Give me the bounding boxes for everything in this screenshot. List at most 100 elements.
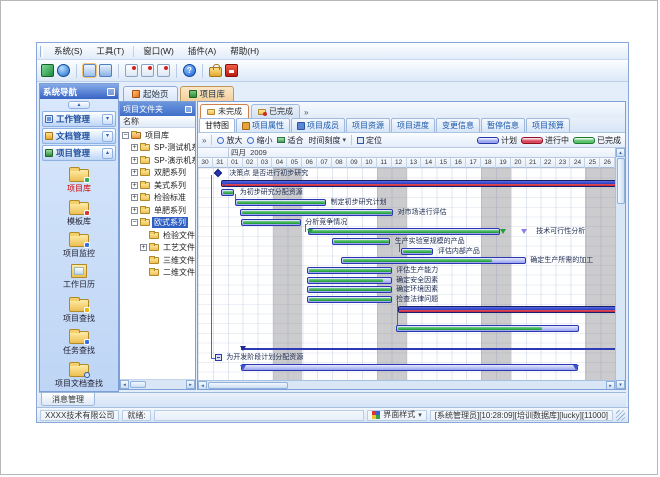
task-bar[interactable]	[307, 277, 392, 284]
overflow-chevron-icon[interactable]: »	[302, 108, 312, 118]
monitor-icon[interactable]	[41, 64, 54, 77]
task-bar[interactable]	[235, 199, 326, 206]
report-delete-icon[interactable]	[157, 64, 170, 77]
tree-node-美式系列[interactable]: +美式系列	[120, 179, 195, 192]
tree-node-检验标准[interactable]: +检验标准	[120, 192, 195, 205]
globe-icon[interactable]	[57, 64, 70, 77]
tree-node-单肥系列[interactable]: +单肥系列	[120, 204, 195, 217]
view-tab-暂停信息[interactable]: 暂停信息	[481, 118, 525, 132]
tree-hscrollbar[interactable]: ◂ ▸	[120, 379, 195, 389]
scroll-down-icon[interactable]: ▾	[616, 380, 625, 389]
interface-style-button[interactable]: 界面样式	[367, 410, 427, 421]
sidebar-collapse-button[interactable]: ▲	[40, 99, 118, 110]
message-tab[interactable]: 消息管理	[41, 393, 95, 406]
menu-grip-handle[interactable]	[40, 46, 43, 57]
tree-column-header[interactable]: 名称	[120, 116, 195, 128]
menu-item[interactable]: 系统(S)	[47, 44, 89, 59]
tab-起始页[interactable]: 起始页	[123, 86, 178, 101]
timescale-dropdown[interactable]: 时间刻度	[308, 135, 346, 146]
sidebar-section-工作管理[interactable]: 工作管理▾	[42, 111, 116, 127]
menu-item[interactable]: 帮助(H)	[223, 44, 266, 59]
zoom-in-button[interactable]: 放大	[217, 135, 242, 146]
view-tab-项目预算[interactable]: 项目预算	[526, 118, 570, 132]
milestone-icon[interactable]	[214, 169, 222, 177]
task-bar[interactable]	[308, 228, 501, 235]
panel-menu-icon[interactable]	[107, 88, 115, 96]
gantt-hscroll-thumb[interactable]	[208, 382, 288, 389]
expand-icon[interactable]: +	[131, 169, 138, 176]
expand-icon[interactable]: +	[131, 144, 138, 151]
sidebar-item-模板库[interactable]: 模板库	[40, 196, 118, 228]
scroll-right-icon[interactable]: ▸	[606, 381, 615, 390]
view-tab-项目成员[interactable]: 项目成员	[291, 118, 345, 132]
tree-node-欧式系列[interactable]: −欧式系列	[120, 217, 195, 230]
locate-button[interactable]: 定位	[357, 135, 382, 146]
task-bar[interactable]	[241, 219, 301, 226]
view-tab-项目资源[interactable]: 项目资源	[346, 118, 390, 132]
expand-icon[interactable]: +	[131, 194, 138, 201]
tree-node-双肥系列[interactable]: +双肥系列	[120, 167, 195, 180]
summary-bar[interactable]	[221, 180, 615, 187]
sidebar-item-项目监控[interactable]: 项目监控	[40, 229, 118, 261]
task-bar[interactable]	[307, 267, 392, 274]
gantt-chart[interactable]: 四月 2009 30310102030405060708091011121314…	[198, 148, 615, 380]
expand-icon[interactable]: +	[140, 244, 147, 251]
fit-button[interactable]: 适合	[277, 135, 303, 146]
expand-icon[interactable]: +	[131, 207, 138, 214]
report-new-icon[interactable]	[125, 64, 138, 77]
sidebar-item-项目库[interactable]: 项目库	[40, 164, 118, 196]
task-bar[interactable]	[307, 286, 392, 293]
folder-view-icon[interactable]	[99, 64, 112, 77]
overflow-chevron-icon[interactable]: »	[202, 136, 206, 145]
task-bar[interactable]	[396, 325, 579, 332]
filter-tab-未完成[interactable]: 未完成	[200, 104, 249, 118]
chevron-down-icon[interactable]: ▾	[102, 131, 113, 142]
resize-grip[interactable]	[616, 410, 625, 421]
tree-hscroll-thumb[interactable]	[130, 381, 146, 388]
expand-icon[interactable]: +	[131, 157, 138, 164]
task-bar[interactable]	[240, 209, 393, 216]
tree-node-二维文件[interactable]: 二维文件	[120, 267, 195, 280]
task-bar[interactable]	[332, 238, 390, 245]
tree-node-SP-演示机系[interactable]: +SP-演示机系	[120, 154, 195, 167]
scroll-left-icon[interactable]: ◂	[120, 380, 129, 389]
tab-项目库[interactable]: 项目库	[180, 86, 235, 101]
collapse-icon[interactable]: −	[122, 132, 129, 139]
sidebar-item-任务查找[interactable]: 任务查找	[40, 326, 118, 358]
sidebar-item-项目查找[interactable]: 项目查找	[40, 294, 118, 326]
folder-open-icon[interactable]	[83, 64, 96, 77]
chevron-down-icon[interactable]: ▾	[102, 114, 113, 125]
scroll-up-icon[interactable]: ▴	[616, 148, 625, 157]
stop-icon[interactable]	[225, 64, 238, 77]
scroll-left-icon[interactable]: ◂	[198, 381, 207, 390]
help-icon[interactable]	[183, 64, 196, 77]
view-tab-项目属性[interactable]: 项目属性	[236, 118, 290, 132]
chevron-up-icon[interactable]: ▴	[102, 148, 113, 159]
task-bar[interactable]	[241, 364, 578, 371]
view-tab-甘特图[interactable]: 甘特图	[199, 118, 235, 132]
sidebar-section-项目管理[interactable]: 项目管理▴	[42, 145, 116, 161]
task-bar[interactable]	[307, 296, 392, 303]
menu-item[interactable]: 工具(T)	[89, 44, 131, 59]
view-tab-变更信息[interactable]: 变更信息	[436, 118, 480, 132]
zoom-out-button[interactable]: 缩小	[247, 135, 272, 146]
task-bar[interactable]	[221, 189, 234, 196]
view-tab-项目进度[interactable]: 项目进度	[391, 118, 435, 132]
pin-icon[interactable]	[185, 106, 192, 113]
gantt-vscroll-thumb[interactable]	[617, 158, 625, 204]
expand-icon[interactable]: +	[131, 182, 138, 189]
summary-bar[interactable]	[398, 306, 615, 313]
gantt-vscrollbar[interactable]: ▴ ▾	[615, 148, 625, 389]
report-check-icon[interactable]	[141, 64, 154, 77]
menu-item[interactable]: 窗口(W)	[136, 44, 181, 59]
sidebar-item-工作日历[interactable]: 工作日历	[40, 261, 118, 293]
sidebar-item-项目文档查找[interactable]: 项目文档查找	[40, 359, 118, 391]
task-bar[interactable]	[341, 257, 526, 264]
tree-node-工艺文件[interactable]: +工艺文件	[120, 242, 195, 255]
scroll-right-icon[interactable]: ▸	[186, 380, 195, 389]
sidebar-section-文档管理[interactable]: 文档管理▾	[42, 128, 116, 144]
task-bar[interactable]	[401, 248, 434, 255]
inserted-task-icon[interactable]	[215, 354, 222, 361]
tree-node-SP-测试机系[interactable]: +SP-测试机系	[120, 142, 195, 155]
filter-tab-已完成[interactable]: 已完成	[251, 104, 300, 118]
